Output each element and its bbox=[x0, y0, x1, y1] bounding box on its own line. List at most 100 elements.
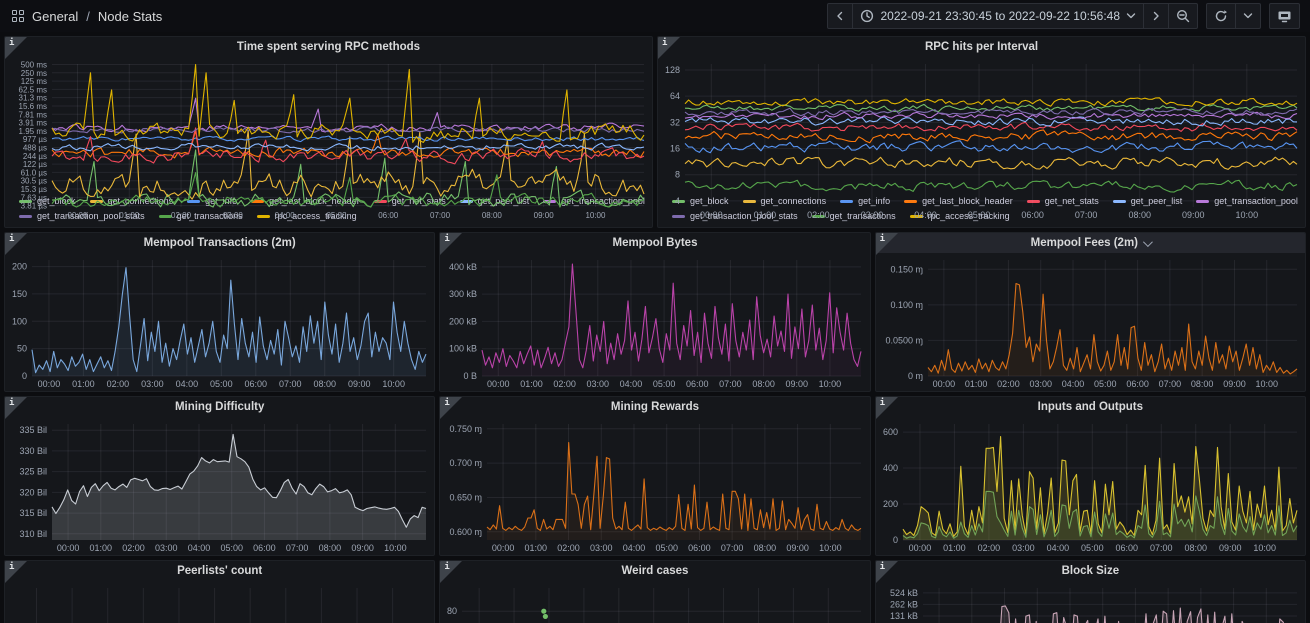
svg-text:07:00: 07:00 bbox=[1150, 543, 1173, 553]
chart-svg: 00:0001:0002:0003:0004:0005:0006:0007:00… bbox=[440, 581, 869, 623]
svg-text:10:00: 10:00 bbox=[1255, 379, 1278, 389]
zoom-out-time-button[interactable] bbox=[1169, 3, 1198, 29]
panel-info-corner-icon[interactable]: i bbox=[658, 37, 680, 59]
time-series-chart[interactable]: 00:0001:0002:0003:0004:0005:0006:0007:00… bbox=[440, 581, 869, 623]
panel-title[interactable]: RPC hits per Interval bbox=[658, 37, 1305, 57]
svg-text:50: 50 bbox=[17, 344, 27, 354]
svg-text:02:00: 02:00 bbox=[171, 211, 192, 220]
svg-text:10:00: 10:00 bbox=[819, 379, 842, 389]
svg-text:01:00: 01:00 bbox=[90, 543, 113, 553]
svg-text:09:00: 09:00 bbox=[348, 379, 371, 389]
time-series-chart[interactable]: 00:0001:0002:0003:0004:0005:0006:0007:00… bbox=[5, 581, 434, 623]
panel-info-corner-icon[interactable]: i bbox=[876, 561, 898, 583]
panel-title[interactable]: Mempool Bytes bbox=[440, 233, 869, 253]
svg-text:0 ɱ: 0 ɱ bbox=[908, 371, 923, 381]
svg-text:10:00: 10:00 bbox=[382, 379, 405, 389]
chart-svg: 00:0001:0002:0003:0004:0005:0006:0007:00… bbox=[876, 581, 1305, 623]
svg-text:04:00: 04:00 bbox=[620, 379, 643, 389]
zoom-out-icon bbox=[1176, 9, 1190, 23]
panel-inputs-outputs: i Inputs and Outputs 00:0001:0002:0003:0… bbox=[875, 396, 1306, 556]
svg-text:05:00: 05:00 bbox=[968, 210, 991, 220]
panel-info-corner-icon[interactable]: i bbox=[440, 397, 462, 419]
panel-mempool-fees: i Mempool Fees (2m) 00:0001:0002:0003:00… bbox=[875, 232, 1306, 392]
svg-text:524 kB: 524 kB bbox=[890, 588, 918, 598]
svg-text:09:00: 09:00 bbox=[1223, 379, 1246, 389]
time-series-chart[interactable]: 00:0001:0002:0003:0004:0005:0006:0007:00… bbox=[440, 417, 869, 555]
svg-text:06:00: 06:00 bbox=[245, 379, 268, 389]
svg-text:06:00: 06:00 bbox=[686, 379, 709, 389]
svg-text:08:00: 08:00 bbox=[313, 379, 336, 389]
svg-text:03:00: 03:00 bbox=[1029, 379, 1052, 389]
svg-text:00:00: 00:00 bbox=[487, 379, 510, 389]
svg-text:00:00: 00:00 bbox=[67, 211, 88, 220]
clock-icon bbox=[860, 9, 874, 23]
svg-text:0 B: 0 B bbox=[464, 371, 478, 381]
chart-svg: 00:0001:0002:0003:0004:0005:0006:0007:00… bbox=[440, 417, 869, 555]
svg-text:00:00: 00:00 bbox=[932, 379, 955, 389]
svg-text:0.650 ɱ: 0.650 ɱ bbox=[450, 492, 483, 502]
svg-text:05:00: 05:00 bbox=[653, 379, 676, 389]
panel-title[interactable]: Mining Rewards bbox=[440, 397, 869, 417]
time-shift-forward-button[interactable] bbox=[1144, 3, 1169, 29]
panel-title[interactable]: Weird cases bbox=[440, 561, 869, 581]
time-series-chart[interactable]: 00:0001:0002:0003:0004:0005:0006:0007:00… bbox=[5, 57, 652, 193]
time-series-chart[interactable]: 00:0001:0002:0003:0004:0005:0006:0007:00… bbox=[876, 417, 1305, 555]
breadcrumb[interactable]: General / Node Stats bbox=[12, 9, 162, 24]
panel-rpc-hits: i RPC hits per Interval 00:0001:0002:000… bbox=[657, 36, 1306, 228]
time-series-chart[interactable]: 00:0001:0002:0003:0004:0005:0006:0007:00… bbox=[440, 253, 869, 391]
svg-text:08:00: 08:00 bbox=[753, 379, 776, 389]
kiosk-mode-button[interactable] bbox=[1269, 3, 1300, 29]
svg-text:07:00: 07:00 bbox=[1158, 379, 1181, 389]
panel-info-corner-icon[interactable]: i bbox=[5, 233, 27, 255]
time-series-chart[interactable]: 00:0001:0002:0003:0004:0005:0006:0007:00… bbox=[5, 253, 434, 391]
panel-title[interactable]: Peerlists' count bbox=[5, 561, 434, 581]
apps-grid-icon bbox=[12, 10, 24, 22]
time-series-chart[interactable]: 00:0001:0002:0003:0004:0005:0006:0007:00… bbox=[5, 417, 434, 555]
panel-title[interactable]: Mining Difficulty bbox=[5, 397, 434, 417]
time-series-chart[interactable]: 00:0001:0002:0003:0004:0005:0006:0007:00… bbox=[876, 581, 1305, 623]
svg-text:32: 32 bbox=[670, 117, 680, 127]
svg-text:200: 200 bbox=[12, 262, 27, 272]
refresh-button[interactable] bbox=[1206, 3, 1236, 29]
time-range-picker-button[interactable]: 2022-09-21 23:30:45 to 2022-09-22 10:56:… bbox=[853, 3, 1144, 29]
svg-text:06:00: 06:00 bbox=[688, 543, 711, 553]
svg-text:07:00: 07:00 bbox=[279, 379, 302, 389]
svg-text:09:00: 09:00 bbox=[351, 543, 374, 553]
panel-title[interactable]: Block Size bbox=[876, 561, 1305, 581]
svg-text:08:00: 08:00 bbox=[1128, 210, 1151, 220]
breadcrumb-page[interactable]: Node Stats bbox=[98, 9, 162, 24]
panel-title[interactable]: Time spent serving RPC methods bbox=[5, 37, 652, 57]
panel-peerlists-count: i Peerlists' count 00:0001:0002:0003:000… bbox=[4, 560, 435, 623]
svg-text:02:00: 02:00 bbox=[997, 379, 1020, 389]
svg-text:07:00: 07:00 bbox=[1075, 210, 1098, 220]
svg-text:16: 16 bbox=[670, 144, 680, 154]
panel-info-corner-icon[interactable]: i bbox=[440, 233, 462, 255]
svg-text:01:00: 01:00 bbox=[72, 379, 95, 389]
svg-text:00:00: 00:00 bbox=[700, 210, 723, 220]
svg-text:06:00: 06:00 bbox=[1021, 210, 1044, 220]
svg-text:10:00: 10:00 bbox=[819, 543, 842, 553]
refresh-interval-dropdown[interactable] bbox=[1236, 3, 1261, 29]
svg-text:3.81 µs: 3.81 µs bbox=[21, 202, 47, 211]
svg-text:325 Bil: 325 Bil bbox=[19, 467, 47, 477]
panel-info-corner-icon[interactable]: i bbox=[876, 233, 898, 255]
svg-text:07:00: 07:00 bbox=[719, 379, 742, 389]
panel-info-corner-icon[interactable]: i bbox=[5, 37, 27, 59]
panel-info-corner-icon[interactable]: i bbox=[5, 561, 27, 583]
time-series-chart[interactable]: 00:0001:0002:0003:0004:0005:0006:0007:00… bbox=[658, 57, 1305, 193]
svg-text:02:00: 02:00 bbox=[807, 210, 830, 220]
time-series-chart[interactable]: 00:0001:0002:0003:0004:0005:0006:0007:00… bbox=[876, 253, 1305, 391]
svg-text:09:00: 09:00 bbox=[786, 379, 809, 389]
svg-text:02:00: 02:00 bbox=[558, 543, 581, 553]
refresh-icon bbox=[1214, 9, 1228, 23]
panel-info-corner-icon[interactable]: i bbox=[5, 397, 27, 419]
panel-title[interactable]: Inputs and Outputs bbox=[876, 397, 1305, 417]
panel-info-corner-icon[interactable]: i bbox=[876, 397, 898, 419]
breadcrumb-section[interactable]: General bbox=[32, 9, 78, 24]
time-shift-back-button[interactable] bbox=[827, 3, 853, 29]
panel-title-menu[interactable]: Mempool Fees (2m) bbox=[876, 233, 1305, 253]
svg-text:01:00: 01:00 bbox=[525, 543, 548, 553]
panel-info-corner-icon[interactable]: i bbox=[440, 561, 462, 583]
svg-text:320 Bil: 320 Bil bbox=[19, 487, 47, 497]
panel-title[interactable]: Mempool Transactions (2m) bbox=[5, 233, 434, 253]
